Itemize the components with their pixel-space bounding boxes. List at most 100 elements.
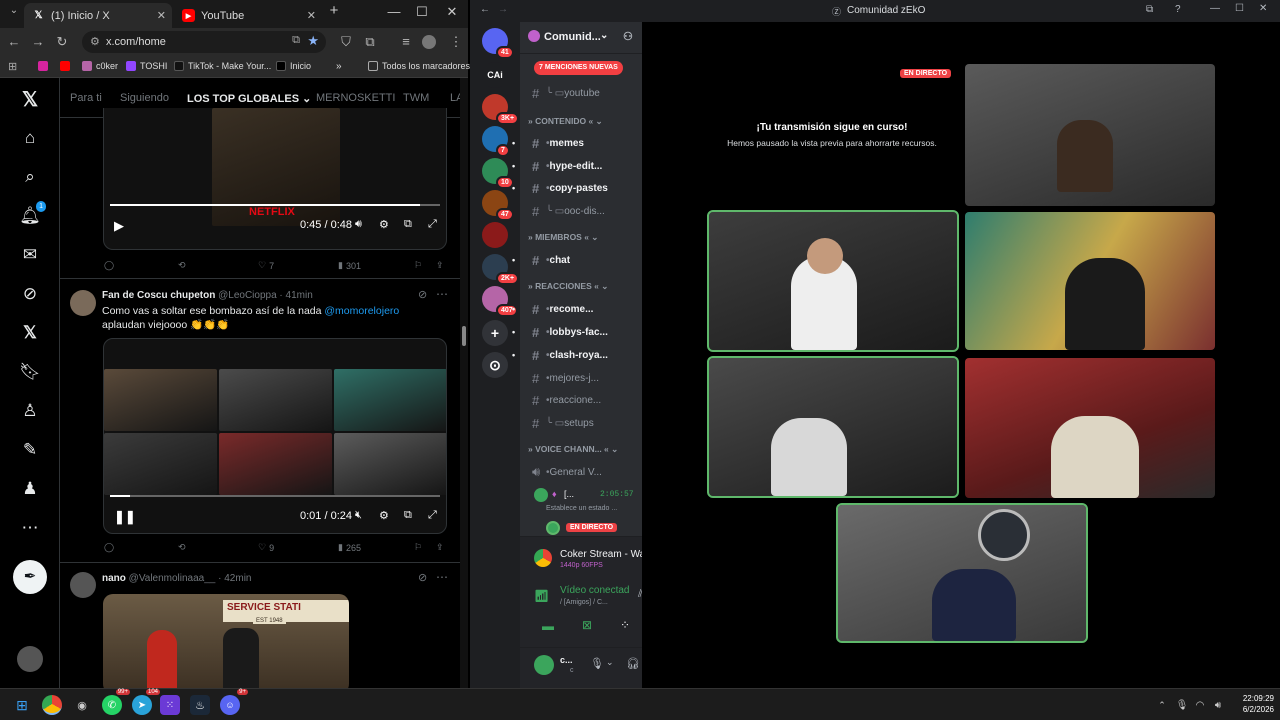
reply-icon[interactable]: ◯ bbox=[104, 260, 114, 271]
bookmark-star-icon[interactable]: ★ bbox=[307, 33, 319, 49]
video-tile[interactable] bbox=[965, 64, 1215, 206]
whatsapp-icon[interactable]: ✆ 99+ bbox=[102, 689, 130, 715]
video-tile[interactable] bbox=[707, 356, 959, 498]
voice-connected-sub[interactable]: / [Amigos] / C... bbox=[560, 599, 608, 606]
more-bookmarks-icon[interactable]: » bbox=[336, 61, 342, 72]
avatar[interactable] bbox=[70, 572, 96, 598]
volume-icon[interactable]: 🔊︎ bbox=[1208, 695, 1228, 715]
screen-share-icon[interactable]: ⊠ bbox=[582, 618, 592, 632]
mute-icon[interactable]: 🔇︎ bbox=[355, 509, 362, 522]
more-icon[interactable]: ⋯ bbox=[18, 516, 42, 540]
address-bar[interactable]: ⚙ x.com/home ⧉ ★ bbox=[82, 31, 326, 53]
home-icon[interactable]: ⌂ bbox=[18, 126, 42, 150]
apps-icon[interactable]: ⁙ bbox=[160, 695, 180, 715]
channel-category[interactable]: » MIEMBROS « ⌄ bbox=[528, 232, 598, 243]
media-icon[interactable]: ≡ bbox=[398, 34, 414, 49]
channel-channel[interactable]: • # • chat bbox=[512, 251, 642, 269]
bookmark-toshi[interactable]: TOSHI bbox=[126, 61, 167, 71]
tab-siguiendo[interactable]: Siguiendo bbox=[120, 92, 169, 104]
communities-icon[interactable]: ✎ bbox=[18, 438, 42, 462]
post-image[interactable]: SERVICE STATI EST 1948 bbox=[103, 594, 349, 688]
avatar[interactable] bbox=[534, 655, 554, 675]
channel-category[interactable]: » REACCIONES « ⌄ bbox=[528, 281, 608, 292]
search-icon[interactable]: ⌕ bbox=[18, 165, 42, 189]
chevron-down-icon[interactable]: ⌄ bbox=[606, 657, 614, 668]
tab-search-icon[interactable]: ⌄ bbox=[6, 5, 22, 16]
tray-chevron-icon[interactable]: ⌃ bbox=[1152, 695, 1172, 715]
tab-twm[interactable]: TWM bbox=[403, 92, 429, 104]
grok-icon[interactable]: ⊘ bbox=[418, 571, 427, 584]
back-icon[interactable]: ← bbox=[480, 4, 490, 15]
inbox-icon[interactable]: ⧉ bbox=[1146, 4, 1153, 15]
avatar[interactable] bbox=[70, 290, 96, 316]
more-icon[interactable]: ⋯ bbox=[436, 570, 448, 584]
bookmark-inicio[interactable]: Inicio bbox=[276, 61, 311, 71]
apps-icon[interactable]: ⊞ bbox=[8, 60, 17, 73]
channel-channel[interactable]: • # • clash-roya... bbox=[512, 346, 642, 364]
bookmark-c0ker[interactable]: c0ker bbox=[82, 61, 118, 71]
all-bookmarks[interactable]: Todos los marcadores bbox=[368, 61, 470, 71]
server-icon[interactable]: CAi bbox=[482, 62, 508, 88]
scrollbar-thumb[interactable] bbox=[462, 326, 466, 346]
voice-user-row[interactable]: ♦ [... 2:05:57 Establece un estado ... bbox=[534, 487, 640, 521]
video-tile[interactable] bbox=[836, 503, 1088, 643]
forward-icon[interactable]: → bbox=[498, 4, 508, 15]
reply-icon[interactable]: ◯ bbox=[104, 542, 114, 553]
post-button[interactable]: ✒ bbox=[13, 560, 47, 594]
channel-channel[interactable]: • # • hype-edit... bbox=[512, 157, 642, 175]
share-icon[interactable]: ⇪ bbox=[436, 260, 444, 271]
add-member-icon[interactable]: ⚇ bbox=[623, 30, 633, 43]
tab-para-ti[interactable]: Para ti bbox=[70, 92, 102, 104]
activities-icon[interactable]: ⁘ bbox=[620, 618, 630, 632]
channel-channel[interactable]: • # • lobbys-fac... bbox=[512, 323, 642, 341]
telegram-icon[interactable]: ➤ 104 bbox=[132, 689, 160, 715]
repost-icon[interactable]: ⟲ bbox=[178, 542, 186, 553]
pip-icon[interactable]: ⧉ bbox=[404, 218, 412, 231]
bookmark-tiktok[interactable]: TikTok - Make Your... bbox=[174, 61, 271, 71]
more-icon[interactable]: ⋯ bbox=[436, 287, 448, 301]
server-header[interactable]: Comunid... ⌄ ⚇ bbox=[520, 22, 642, 54]
video-tile[interactable] bbox=[707, 210, 959, 352]
profile-avatar[interactable] bbox=[422, 35, 436, 49]
close-tab-icon[interactable]: ✕ bbox=[307, 9, 316, 22]
microphone-icon[interactable]: 🎙︎ bbox=[1172, 695, 1192, 715]
minimize-icon[interactable]: — bbox=[384, 4, 404, 19]
close-window-icon[interactable]: ✕ bbox=[1259, 3, 1267, 14]
fullscreen-icon[interactable]: ⤢ bbox=[428, 509, 437, 522]
camera-icon[interactable]: ▬ bbox=[542, 619, 554, 633]
channel-thread[interactable]: # ╰ ▭ ooc-dis... bbox=[526, 202, 642, 220]
notifications-icon[interactable]: 🔔︎ 1 bbox=[18, 201, 46, 228]
channel-voice[interactable]: 🔊︎ • General V... bbox=[526, 463, 642, 481]
bookmark-youtube[interactable] bbox=[60, 61, 70, 71]
chrome-icon[interactable] bbox=[42, 695, 62, 715]
reload-icon[interactable]: ↻ bbox=[54, 34, 70, 50]
windows-start-icon[interactable]: ⊞ bbox=[12, 695, 32, 715]
close-window-icon[interactable]: ✕ bbox=[442, 4, 462, 20]
share-icon[interactable]: ⇪ bbox=[436, 542, 444, 553]
channel-thread[interactable]: # ╰ ▭ setups bbox=[526, 414, 642, 432]
pause-icon[interactable]: ❚❚ bbox=[114, 509, 136, 525]
close-tab-icon[interactable]: ✕ bbox=[157, 9, 166, 22]
wifi-icon[interactable]: ◠ bbox=[1190, 695, 1210, 715]
x-logo-icon[interactable]: 𝕏 bbox=[18, 88, 42, 112]
repost-icon[interactable]: ⟲ bbox=[178, 260, 186, 271]
channel-channel[interactable]: • # • memes bbox=[512, 134, 642, 152]
messages-icon[interactable]: ✉ bbox=[18, 243, 42, 267]
views-button[interactable]: ▮ 301 bbox=[338, 260, 361, 271]
headphones-icon[interactable]: 🎧︎ bbox=[626, 657, 640, 670]
extensions-icon[interactable]: ⧉ bbox=[362, 34, 378, 50]
channel-channel[interactable]: # • reaccione... bbox=[526, 391, 642, 409]
views-button[interactable]: ▮ 265 bbox=[338, 542, 361, 553]
premium-icon[interactable]: 𝕏 bbox=[18, 321, 42, 345]
back-icon[interactable]: ← bbox=[6, 34, 22, 49]
forward-icon[interactable]: → bbox=[30, 34, 46, 49]
channel-category[interactable]: » VOICE CHANN... « ⌄ bbox=[528, 444, 618, 455]
fullscreen-icon[interactable]: ⤢ bbox=[428, 218, 437, 231]
voice-connected-title[interactable]: Vídeo conectad bbox=[560, 585, 630, 596]
obs-icon[interactable]: ◉ bbox=[72, 695, 92, 715]
discord-icon[interactable]: ☺ 9+ bbox=[220, 689, 248, 715]
scrollbar[interactable] bbox=[460, 78, 468, 688]
like-button[interactable]: ♡ 9 bbox=[258, 542, 274, 553]
voice-status-text[interactable]: Establece un estado ... bbox=[546, 505, 617, 512]
channel-channel[interactable]: # • mejores-j... bbox=[526, 369, 642, 387]
